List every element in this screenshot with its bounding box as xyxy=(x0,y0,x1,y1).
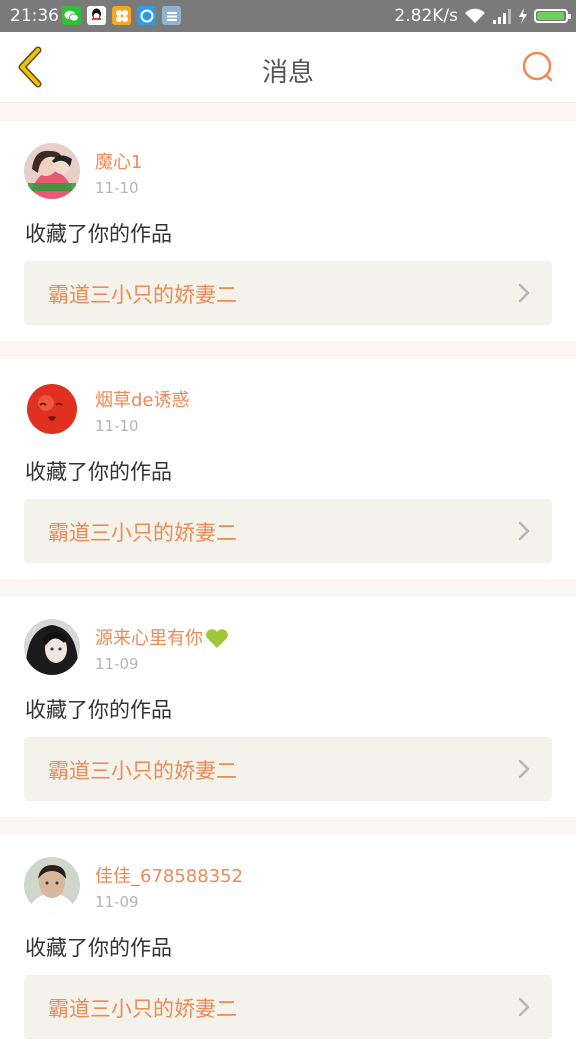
network-speed: 2.82K/s xyxy=(394,6,458,26)
avatar[interactable] xyxy=(24,857,80,913)
qq-icon xyxy=(87,6,106,25)
work-card[interactable]: 霸道三小只的娇妻二 xyxy=(24,261,552,325)
signal-icon xyxy=(493,9,511,24)
user-name[interactable]: 源来心里有你 xyxy=(95,624,229,650)
top-bar: 消息 xyxy=(0,32,576,103)
wechat-icon xyxy=(62,6,81,25)
user-name[interactable]: 佳佳_678588352 xyxy=(95,862,243,888)
status-right: 2.82K/s xyxy=(394,6,571,26)
message-text: 收藏了你的作品 xyxy=(25,936,172,960)
green-heart-icon xyxy=(206,629,228,648)
work-card[interactable]: 霸道三小只的娇妻二 xyxy=(24,737,552,801)
notes-icon xyxy=(162,6,181,25)
avatar[interactable] xyxy=(24,381,80,437)
list-divider xyxy=(0,341,576,359)
message-date: 11-10 xyxy=(95,179,139,197)
battery-icon xyxy=(534,9,571,23)
message-list: 魔心1 11-10 收藏了你的作品 霸道三小只的娇妻二 烟草de诱惑 11-10… xyxy=(0,103,576,1055)
work-title: 霸道三小只的娇妻二 xyxy=(48,283,237,307)
message-item: 魔心1 11-10 收藏了你的作品 霸道三小只的娇妻二 xyxy=(0,121,576,341)
wifi-icon xyxy=(465,8,485,23)
status-bar: 21:36 2.82K/s xyxy=(0,0,576,32)
chevron-right-icon xyxy=(518,759,530,779)
work-card[interactable]: 霸道三小只的娇妻二 xyxy=(24,499,552,563)
list-divider xyxy=(0,579,576,597)
status-time: 21:36 xyxy=(10,6,59,26)
avatar[interactable] xyxy=(24,619,80,675)
work-card[interactable]: 霸道三小只的娇妻二 xyxy=(24,975,552,1039)
user-name[interactable]: 魔心1 xyxy=(95,148,142,174)
kuaikan-icon xyxy=(112,6,131,25)
chevron-right-icon xyxy=(518,283,530,303)
page-title: 消息 xyxy=(261,58,314,88)
message-item: 源来心里有你 11-09 收藏了你的作品 霸道三小只的娇妻二 xyxy=(0,597,576,817)
chevron-right-icon xyxy=(518,521,530,541)
work-title: 霸道三小只的娇妻二 xyxy=(48,759,237,783)
work-title: 霸道三小只的娇妻二 xyxy=(48,997,237,1021)
search-icon xyxy=(522,51,553,82)
user-name[interactable]: 烟草de诱惑 xyxy=(95,386,190,412)
work-title: 霸道三小只的娇妻二 xyxy=(48,521,237,545)
message-text: 收藏了你的作品 xyxy=(25,222,172,246)
avatar[interactable] xyxy=(24,143,80,199)
list-divider xyxy=(0,817,576,835)
message-item: 烟草de诱惑 11-10 收藏了你的作品 霸道三小只的娇妻二 xyxy=(0,359,576,579)
message-item: 佳佳_678588352 11-09 收藏了你的作品 霸道三小只的娇妻二 xyxy=(0,835,576,1055)
message-text: 收藏了你的作品 xyxy=(25,698,172,722)
charging-icon xyxy=(519,8,527,24)
chevron-right-icon xyxy=(518,997,530,1017)
notification-icons xyxy=(62,6,181,25)
message-date: 11-09 xyxy=(95,655,139,673)
browser-icon xyxy=(137,6,156,25)
message-date: 11-10 xyxy=(95,417,139,435)
message-text: 收藏了你的作品 xyxy=(25,460,172,484)
list-divider xyxy=(0,103,576,121)
search-button[interactable] xyxy=(518,48,558,88)
message-date: 11-09 xyxy=(95,893,139,911)
